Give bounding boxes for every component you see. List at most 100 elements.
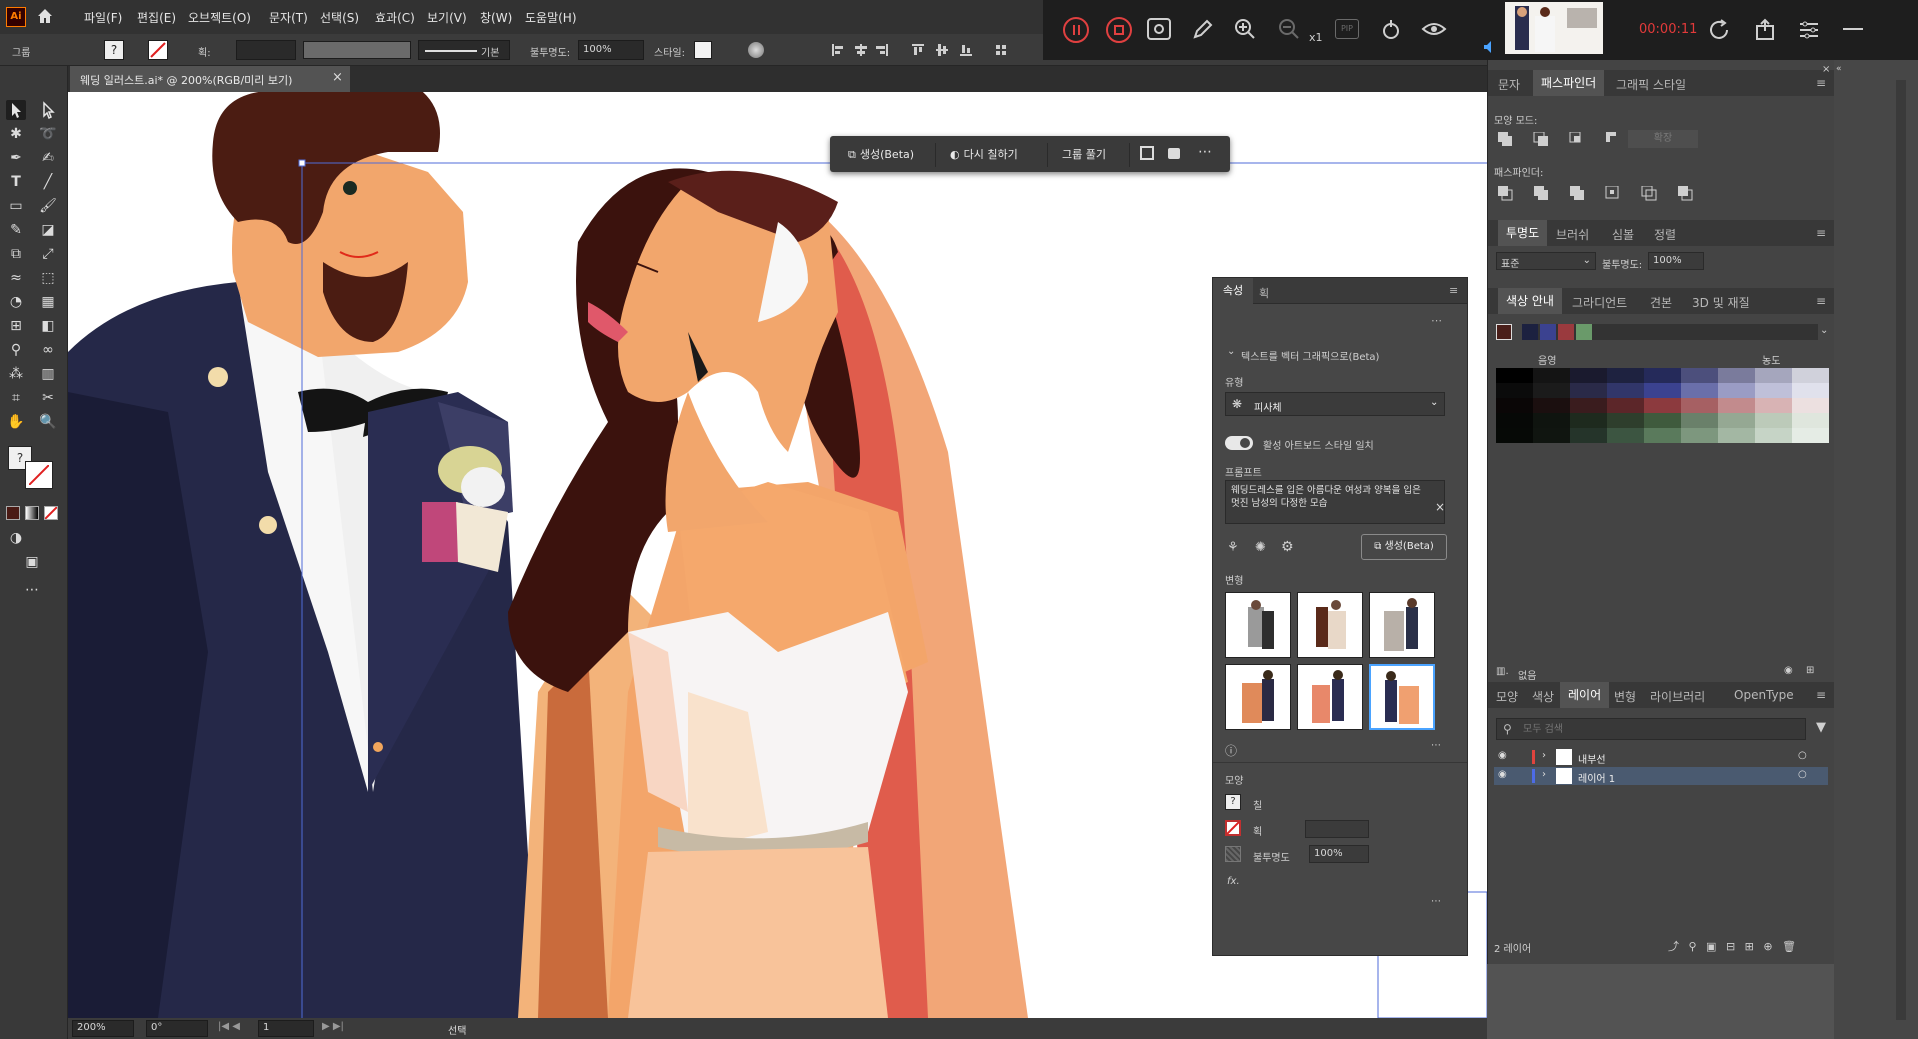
artboard-number-field[interactable]: 1 xyxy=(258,1020,314,1037)
menu-effect[interactable]: 효과(C) xyxy=(375,9,415,26)
panel-menu-icon[interactable]: ≡ xyxy=(1816,688,1826,702)
menu-view[interactable]: 보기(V) xyxy=(427,9,467,26)
color-swatch[interactable] xyxy=(1644,383,1681,398)
eraser-tool-icon[interactable]: ◪ xyxy=(38,220,58,240)
color-swatch[interactable] xyxy=(1496,428,1533,443)
pen-tool-icon[interactable]: ✒ xyxy=(6,148,26,168)
color-swatch[interactable] xyxy=(1755,413,1792,428)
blend-tool-icon[interactable]: ∞ xyxy=(38,340,58,360)
lock-icon[interactable] xyxy=(1168,148,1180,159)
shape-builder-tool-icon[interactable]: ◔ xyxy=(6,292,26,312)
variation-thumbnail-selected[interactable] xyxy=(1369,664,1435,730)
color-swatch[interactable] xyxy=(1681,428,1718,443)
color-swatch[interactable] xyxy=(1533,398,1570,413)
hand-tool-icon[interactable]: ✋ xyxy=(6,412,26,432)
more-options-icon[interactable]: ⋯ xyxy=(1198,144,1212,160)
tab-stroke[interactable]: 획 xyxy=(1259,285,1269,301)
brush-definition[interactable]: 기본 xyxy=(418,40,510,60)
save-swatch-icon[interactable]: ⊞ xyxy=(1806,665,1814,676)
variation-thumbnail[interactable] xyxy=(1225,664,1291,730)
color-swatch[interactable] xyxy=(1533,383,1570,398)
tab-opentype[interactable]: OpenType xyxy=(1734,688,1794,702)
color-swatch[interactable] xyxy=(1718,428,1755,443)
target-circle-icon[interactable]: ○ xyxy=(1798,750,1807,761)
artboard-nav-arrows[interactable]: |◀ ◀ xyxy=(218,1021,240,1032)
visibility-eye-icon[interactable]: ◉ xyxy=(1498,769,1507,780)
color-swatch[interactable] xyxy=(1644,428,1681,443)
fill-swatch[interactable]: ? xyxy=(104,40,124,60)
color-swatch[interactable] xyxy=(1607,398,1644,413)
document-tab[interactable]: 웨딩 일러스트.ai* @ 200%(RGB/미리 보기) × xyxy=(70,66,350,92)
appearance-more-icon[interactable]: ⋯ xyxy=(1431,896,1441,907)
artboard-style-toggle[interactable] xyxy=(1225,436,1253,450)
color-variation-grid[interactable] xyxy=(1496,368,1829,443)
menu-type[interactable]: 문자(T) xyxy=(269,9,308,26)
layer-row[interactable]: ◉ › 내부선 ○ xyxy=(1494,748,1828,766)
generate-beta-button[interactable]: ⧉ 생성(Beta) xyxy=(836,143,936,167)
tab-color-guide[interactable]: 색상 안내 xyxy=(1498,288,1562,314)
layer-row[interactable]: ◉ › 레이어 1 ○ xyxy=(1494,767,1828,785)
tab-brushes[interactable]: 브러쉬 xyxy=(1556,226,1589,243)
properties-more-icon[interactable]: ⋯ xyxy=(1431,314,1442,327)
section-collapse-icon[interactable]: ⌄ xyxy=(1227,346,1235,357)
pathfinder-icons[interactable] xyxy=(1498,186,1698,202)
preview-thumbnail[interactable] xyxy=(1505,2,1603,54)
recolor-button[interactable]: ◐ 다시 칠하기 xyxy=(938,143,1048,167)
color-swatch[interactable] xyxy=(1533,428,1570,443)
menu-object[interactable]: 오브젝트(O) xyxy=(188,9,251,26)
draw-mode-icon[interactable]: ◑ xyxy=(6,528,26,548)
prompt-textarea[interactable]: 웨딩드레스를 입은 아름다운 여성과 양복을 입은 멋진 남성의 다정한 모습 xyxy=(1225,480,1445,524)
scale-tool-icon[interactable]: ⤢ xyxy=(38,244,58,264)
tab-pathfinder[interactable]: 패스파인더 xyxy=(1533,70,1605,96)
column-graph-tool-icon[interactable]: ▥ xyxy=(38,364,58,384)
swatch-library-icon[interactable]: ▥. xyxy=(1496,666,1509,677)
color-swatch[interactable] xyxy=(1681,398,1718,413)
color-swatch[interactable] xyxy=(1718,368,1755,383)
color-swatch[interactable] xyxy=(1681,383,1718,398)
refresh-icon[interactable] xyxy=(1707,18,1731,42)
style-swatch[interactable] xyxy=(694,41,712,59)
pencil-icon[interactable] xyxy=(1191,17,1215,41)
pencil-tool-icon[interactable]: ✎ xyxy=(6,220,26,240)
base-color-swatch[interactable] xyxy=(1496,324,1512,340)
color-swatch[interactable] xyxy=(1533,368,1570,383)
color-swatch[interactable] xyxy=(1570,383,1607,398)
color-swatch[interactable] xyxy=(1792,428,1829,443)
tab-symbols[interactable]: 심볼 xyxy=(1612,226,1634,243)
slice-tool-icon[interactable]: ✂ xyxy=(38,388,58,408)
visibility-eye-icon[interactable]: ◉ xyxy=(1498,750,1507,761)
tab-3d-materials[interactable]: 3D 및 재질 xyxy=(1692,294,1750,311)
tab-color[interactable]: 색상 xyxy=(1532,688,1554,705)
expand-chevron-icon[interactable]: › xyxy=(1542,769,1546,780)
filter-icon[interactable]: ▼ xyxy=(1816,720,1826,735)
color-swatch[interactable] xyxy=(1496,368,1533,383)
color-swatch[interactable] xyxy=(1533,413,1570,428)
layer-actions[interactable]: ⤴ ⚲ ▣ ⊟ ⊞ ⊕ 🗑 xyxy=(1668,938,1828,953)
stroke-weight-input[interactable] xyxy=(236,40,296,60)
color-swatch[interactable] xyxy=(1644,413,1681,428)
panel-menu-icon[interactable]: ≡ xyxy=(1816,294,1826,308)
curvature-tool-icon[interactable]: ✍ xyxy=(38,148,58,168)
color-swatch[interactable] xyxy=(1792,383,1829,398)
collapse-dock-icon[interactable]: « xyxy=(1836,64,1842,74)
stroke-swatch[interactable] xyxy=(148,40,168,60)
shape-mode-icons[interactable] xyxy=(1498,132,1618,148)
color-swatch[interactable] xyxy=(1496,383,1533,398)
gradient-tool-icon[interactable]: ◧ xyxy=(38,316,58,336)
harmony-swatch[interactable] xyxy=(1522,324,1538,340)
opacity-input[interactable]: 100% xyxy=(578,40,644,60)
menu-help[interactable]: 도움말(H) xyxy=(525,9,577,26)
variation-thumbnail[interactable] xyxy=(1369,592,1435,658)
mesh-tool-icon[interactable]: ⊞ xyxy=(6,316,26,336)
clear-prompt-icon[interactable]: × xyxy=(1435,500,1445,514)
color-swatch[interactable] xyxy=(1755,368,1792,383)
isolate-icon[interactable] xyxy=(1140,146,1154,160)
home-icon[interactable] xyxy=(36,7,54,25)
menu-file[interactable]: 파일(F) xyxy=(84,9,122,26)
color-swatch[interactable] xyxy=(1496,413,1533,428)
lasso-tool-icon[interactable]: ➰ xyxy=(38,124,58,144)
color-swatch[interactable] xyxy=(1570,368,1607,383)
variation-thumbnail[interactable] xyxy=(1297,664,1363,730)
type-dropdown[interactable]: ❋ 피사체 ⌄ xyxy=(1225,392,1445,416)
panel-menu-icon[interactable]: ≡ xyxy=(1449,284,1458,297)
